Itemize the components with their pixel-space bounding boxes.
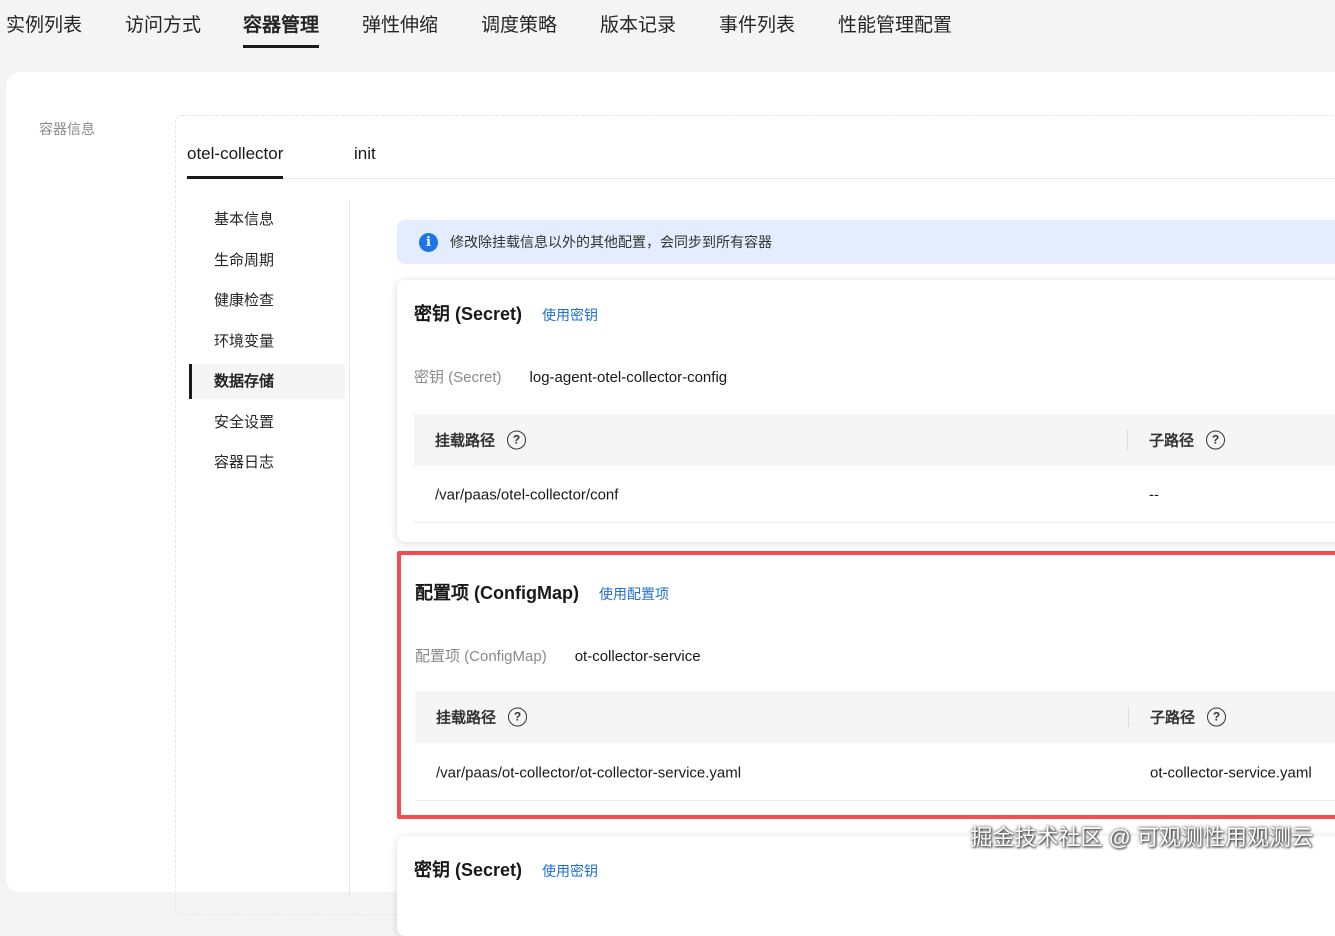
banner-text: 修改除挂载信息以外的其他配置，会同步到所有容器 <box>450 234 772 250</box>
col-subpath: 子路径 <box>1149 432 1195 450</box>
table-row: /var/paas/ot-collector/ot-collector-serv… <box>415 745 1335 801</box>
help-icon[interactable]: ? <box>507 430 527 450</box>
nav-container-logs[interactable]: 容器日志 <box>189 445 345 480</box>
top-tabs: 实例列表 访问方式 容器管理 弹性伸缩 调度策略 版本记录 事件列表 性能管理配… <box>0 0 1335 60</box>
divider <box>349 200 350 900</box>
tab-container-management[interactable]: 容器管理 <box>243 10 320 48</box>
configmap-row: 配置项 (ConfigMap) ot-collector-service <box>415 645 701 666</box>
use-configmap-link[interactable]: 使用配置项 <box>599 586 669 602</box>
tab-performance-config[interactable]: 性能管理配置 <box>838 10 952 48</box>
table-row: /var/paas/otel-collector/conf -- <box>414 467 1335 523</box>
container-tabs: otel-collector init <box>186 134 1335 179</box>
card-title-text: 配置项 (ConfigMap) <box>415 583 579 603</box>
configmap-key: 配置项 (ConfigMap) <box>415 648 547 665</box>
column-divider <box>1127 430 1128 450</box>
secret-row: 密钥 (Secret) log-agent-otel-collector-conf… <box>414 366 727 387</box>
help-icon[interactable]: ? <box>1207 707 1227 727</box>
tab-scheduling[interactable]: 调度策略 <box>481 10 557 48</box>
subpath: ot-collector-service.yaml <box>1150 764 1312 781</box>
card-title: 密钥 (Secret) 使用密钥 <box>414 856 598 882</box>
nav-basic-info[interactable]: 基本信息 <box>189 202 345 237</box>
table-header: 挂载路径? 子路径? <box>414 414 1335 466</box>
col-subpath: 子路径 <box>1150 709 1196 727</box>
mount-path: /var/paas/ot-collector/ot-collector-serv… <box>436 764 742 781</box>
card-title-text: 密钥 (Secret) <box>414 304 523 324</box>
info-icon: i <box>419 232 438 252</box>
watermark: 掘金技术社区 @ 可观测性用观测云 <box>970 825 1313 850</box>
col-mount-path: 挂载路径 <box>435 432 496 450</box>
secret-card: 密钥 (Secret) 使用密钥 密钥 (Secret) log-agent-ote… <box>397 280 1335 542</box>
content-panel: 容器信息 otel-collector init 基本信息 生命周期 健康检查 … <box>6 72 1335 936</box>
subpath: -- <box>1149 486 1159 503</box>
card-title: 配置项 (ConfigMap) 使用配置项 <box>415 579 669 605</box>
configmap-card: 配置项 (ConfigMap) 使用配置项 配置项 (ConfigMap) ot-c… <box>397 551 1335 819</box>
card-title-text: 密钥 (Secret) <box>414 860 523 880</box>
nav-data-storage[interactable]: 数据存储 <box>189 364 345 399</box>
help-icon[interactable]: ? <box>508 707 528 727</box>
use-secret-link[interactable]: 使用密钥 <box>542 307 598 323</box>
column-divider <box>1128 707 1129 727</box>
container-tab-init[interactable]: init <box>354 144 376 176</box>
tab-versions[interactable]: 版本记录 <box>600 10 676 48</box>
info-banner: i 修改除挂载信息以外的其他配置，会同步到所有容器 <box>397 220 1335 264</box>
secret-key: 密钥 (Secret) <box>414 369 502 386</box>
tab-autoscaling[interactable]: 弹性伸缩 <box>362 10 438 48</box>
nav-lifecycle[interactable]: 生命周期 <box>189 243 345 278</box>
tab-instance-list[interactable]: 实例列表 <box>6 10 82 48</box>
help-icon[interactable]: ? <box>1206 430 1226 450</box>
nav-env-vars[interactable]: 环境变量 <box>189 324 345 359</box>
use-secret-link[interactable]: 使用密钥 <box>542 863 598 879</box>
configmap-value: ot-collector-service <box>574 648 701 665</box>
nav-security[interactable]: 安全设置 <box>189 405 345 440</box>
left-nav: 基本信息 生命周期 健康检查 环境变量 数据存储 安全设置 容器日志 <box>189 202 345 486</box>
nav-health-check[interactable]: 健康检查 <box>189 283 345 318</box>
table-header: 挂载路径? 子路径? <box>415 691 1335 743</box>
mount-path: /var/paas/otel-collector/conf <box>435 486 619 503</box>
tab-events[interactable]: 事件列表 <box>719 10 795 48</box>
section-label: 容器信息 <box>39 121 95 137</box>
container-tab-otel-collector[interactable]: otel-collector <box>187 144 284 179</box>
secret-value: log-agent-otel-collector-config <box>529 369 728 386</box>
tab-access-method[interactable]: 访问方式 <box>125 10 201 48</box>
col-mount-path: 挂载路径 <box>436 709 497 727</box>
card-title: 密钥 (Secret) 使用密钥 <box>414 300 598 326</box>
